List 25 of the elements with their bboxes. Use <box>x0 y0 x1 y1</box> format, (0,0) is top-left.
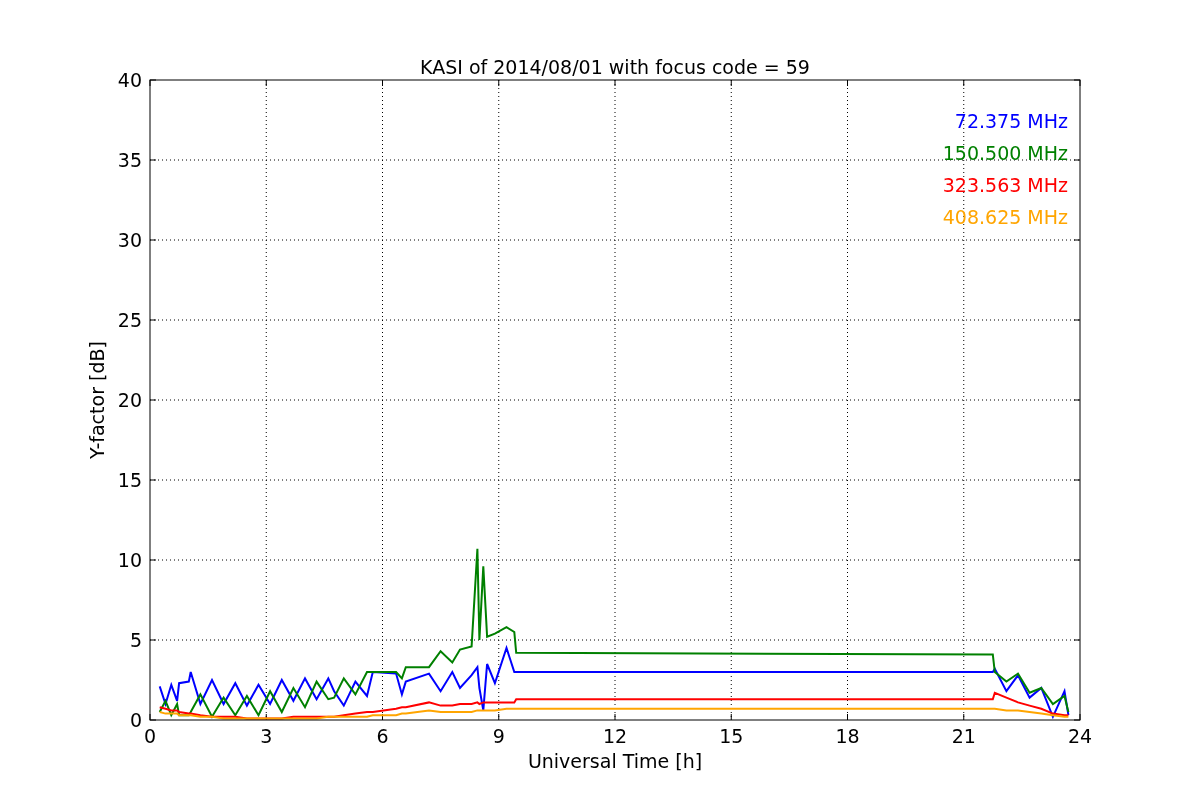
legend-label: 408.625 MHz <box>942 206 1068 228</box>
x-tick-label: 3 <box>260 725 273 747</box>
x-tick-label: 9 <box>492 725 505 747</box>
x-axis-label: Universal Time [h] <box>527 750 703 772</box>
x-tick-label: 24 <box>1067 725 1093 747</box>
y-tick-label: 10 <box>117 549 142 571</box>
y-tick-label: 35 <box>117 149 142 171</box>
y-tick-label: 20 <box>117 389 142 411</box>
y-axis-label: Y-factor [dB] <box>86 341 108 459</box>
legend-label: 323.563 MHz <box>942 174 1068 196</box>
legend-label: 72.375 MHz <box>954 110 1068 132</box>
legend-label: 150.500 MHz <box>942 142 1068 164</box>
x-tick-label: 0 <box>143 725 157 747</box>
chart-title: KASI of 2014/08/01 with focus code = 59 <box>420 56 810 78</box>
x-tick-label: 12 <box>602 725 628 747</box>
y-tick-label: 40 <box>117 69 142 91</box>
x-tick-label: 6 <box>376 725 389 747</box>
x-tick-label: 15 <box>719 725 744 747</box>
x-tick-label: 21 <box>951 725 976 747</box>
y-tick-label: 15 <box>117 469 142 491</box>
x-tick-label: 18 <box>835 725 860 747</box>
y-tick-label: 5 <box>129 629 142 651</box>
y-tick-label: 25 <box>117 309 142 331</box>
y-tick-label: 0 <box>129 709 142 731</box>
y-tick-label: 30 <box>117 229 142 251</box>
